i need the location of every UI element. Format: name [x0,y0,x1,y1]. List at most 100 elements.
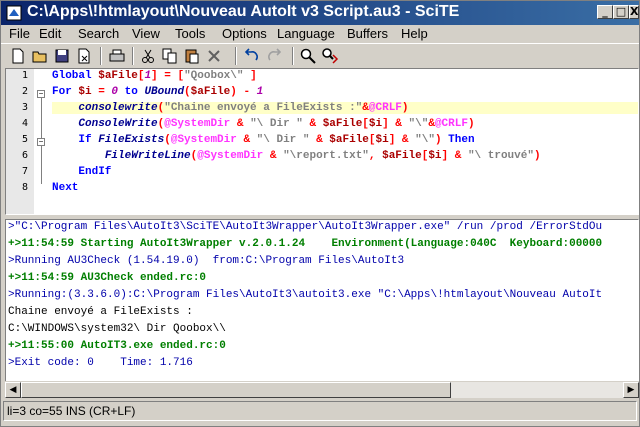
code-line[interactable]: If FileExists(@SystemDir & "\ Dir " & $a… [52,134,475,146]
line-number: 4 [21,118,28,129]
code-token: UBound [144,86,185,98]
code-token: ) [533,150,541,162]
save-icon[interactable] [53,47,71,65]
scroll-thumb[interactable] [21,382,451,398]
output-line: +>11:54:59 Starting AutoIt3Wrapper v.2.0… [8,238,603,250]
code-token: ] [243,70,257,82]
code-line[interactable]: EndIf [52,166,111,178]
scroll-left-icon[interactable]: ◀ [5,382,21,398]
toolbar [1,43,639,68]
code-line[interactable]: FileWriteLine(@SystemDir & "\report.txt"… [52,150,541,162]
new-icon[interactable] [9,47,27,65]
code-token: $aFile [190,86,231,98]
code-token: $aFile [382,150,422,162]
fold-toggle-icon[interactable]: − [37,138,45,146]
code-line[interactable]: ConsoleWrite(@SystemDir & "\ Dir " & $aF… [52,118,475,130]
line-number: 7 [21,166,28,177]
line-number: 3 [21,102,28,113]
code-token: ( [184,86,191,98]
copy-icon[interactable] [161,47,179,65]
output-line: >"C:\Program Files\AutoIt3\SciTE\AutoIt3… [8,221,603,233]
code-line[interactable]: consolewrite("Chaine envoyé a FileExists… [52,102,638,114]
code-token: For [52,86,79,98]
code-line[interactable]: Global $aFile[1] = ["Qoobox\" ] [52,70,257,82]
menu-language[interactable]: Language [277,26,335,41]
code-token: "\report.txt" [283,150,369,162]
cut-icon[interactable] [139,47,157,65]
code-token: @CRLF [434,118,468,130]
code-token: Global [52,70,99,82]
status-text: li=3 co=55 INS (CR+LF) [7,404,136,418]
menu-buffers[interactable]: Buffers [347,26,388,41]
code-editor[interactable]: 1 2 3 4 5 6 7 8 Global $aFile[1] = ["Qoobox\" ] F… [5,68,639,215]
output-line: >Running AU3Check (1.54.19.0) from:C:\Pr… [8,255,405,267]
code-token: Next [52,182,79,194]
code-token: FileWriteLine [104,150,191,162]
fold-toggle-icon[interactable]: − [37,90,45,98]
code-token: $aFile [329,134,369,146]
scite-app-icon [6,5,22,21]
code-token: consolewrite [78,102,158,114]
print-icon[interactable] [108,47,126,65]
code-token: [ [368,134,376,146]
minimize-button[interactable]: _ [597,5,613,19]
code-token: & [309,134,330,146]
code-token: "\" [415,134,435,146]
menu-edit[interactable]: Edit [39,26,61,41]
status-bar: li=3 co=55 INS (CR+LF) [3,401,637,421]
undo-icon[interactable] [243,47,261,65]
output-line: >Running:(3.3.6.0):C:\Program Files\Auto… [8,289,603,301]
code-token: "\ trouvé" [467,150,534,162]
code-token: ) [467,118,475,130]
menu-tools[interactable]: Tools [175,26,205,41]
title-bar[interactable]: C:\Apps\!htmlayout\Nouveau AutoIt v3 Scr… [1,1,639,25]
code-token: Then [448,134,475,146]
close-button[interactable]: X [629,5,639,19]
code-token: "Qoobox\" [184,70,244,82]
output-line: C:\WINDOWS\system32\ Dir Qoobox\\ [8,323,226,335]
code-token: ) - [230,86,257,98]
code-line[interactable]: Next [52,182,78,194]
open-icon[interactable] [31,47,49,65]
find-icon[interactable] [299,47,317,65]
redo-icon[interactable] [265,47,283,65]
code-token: ] & [382,118,409,130]
code-token: $aFile [98,70,138,82]
code-token: "\ Dir " [256,134,310,146]
code-token: ( [164,134,171,146]
menu-help[interactable]: Help [401,26,428,41]
close-file-icon[interactable] [75,47,93,65]
scite-window: C:\Apps\!htmlayout\Nouveau AutoIt v3 Scr… [0,0,640,427]
maximize-button[interactable]: □ [613,5,629,19]
delete-icon[interactable] [205,47,223,65]
code-token: & [230,118,251,130]
output-line: >Exit code: 0 Time: 1.716 [8,357,193,369]
line-number: 5 [21,134,28,145]
code-token: & [428,118,435,130]
menu-search[interactable]: Search [78,26,119,41]
code-line[interactable]: For $i = 0 to UBound($aFile) - 1 [52,86,263,98]
menu-file[interactable]: File [9,26,30,41]
menu-view[interactable]: View [132,26,160,41]
output-pane[interactable]: >"C:\Program Files\AutoIt3\SciTE\AutoIt3… [5,219,639,397]
window-title: C:\Apps\!htmlayout\Nouveau AutoIt v3 Scr… [27,3,460,20]
menu-options[interactable]: Options [222,26,267,41]
replace-icon[interactable] [321,47,339,65]
scroll-right-icon[interactable]: ▶ [623,382,639,398]
code-token: @CRLF [368,102,402,114]
code-token: @SystemDir [197,150,264,162]
menu-bar: File Edit Search View Tools Options Lang… [1,25,639,43]
paste-icon[interactable] [183,47,201,65]
code-token: If [78,134,99,146]
code-token: & [362,102,369,114]
code-token: ConsoleWrite [78,118,158,130]
code-token: @SystemDir [170,134,237,146]
output-line: +>11:54:59 AU3Check ended.rc:0 [8,272,207,284]
code-token: 1 [256,86,264,98]
code-token: [ [362,118,369,130]
code-token: ) [434,134,449,146]
horizontal-scrollbar[interactable]: ◀ ▶ [5,381,639,398]
code-token: ) [401,102,409,114]
